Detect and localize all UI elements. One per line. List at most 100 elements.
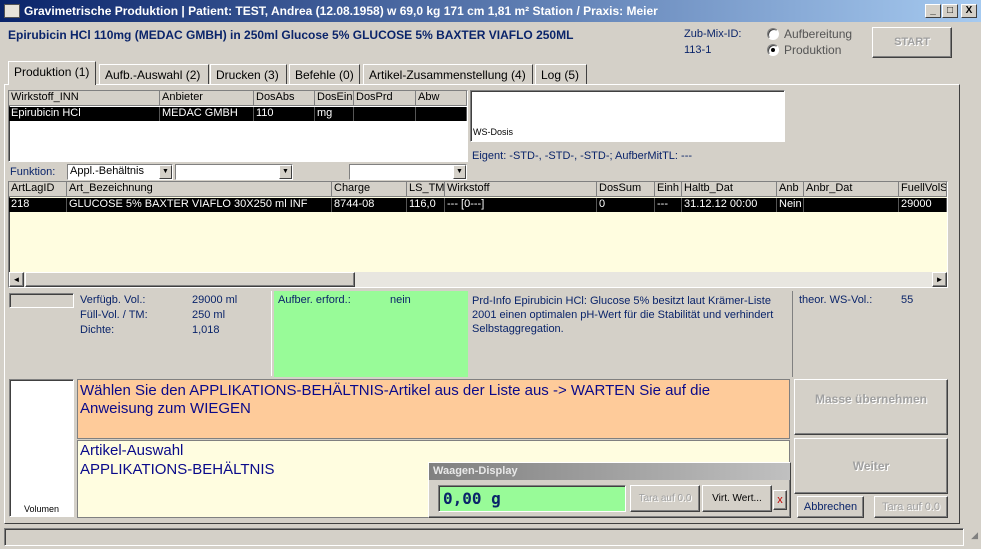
cell-wirkstoff: Epirubicin HCl: [9, 107, 160, 121]
cell-wirkstoff: --- [0---]: [445, 198, 597, 212]
app-icon: [4, 4, 20, 18]
resize-grip-icon[interactable]: ◢: [964, 530, 978, 544]
abbrechen-button[interactable]: Abbrechen: [797, 496, 864, 518]
maximize-button[interactable]: □: [942, 4, 958, 18]
minimize-button[interactable]: _: [925, 4, 941, 18]
col-fuellvol[interactable]: FuellVolS: [899, 182, 947, 196]
chevron-down-icon[interactable]: ▼: [279, 165, 292, 179]
col-charge[interactable]: Charge: [332, 182, 407, 196]
fuell-vol-value: 250 ml: [192, 309, 226, 321]
aufber-panel: Aufber. erford.: nein: [274, 291, 468, 377]
selection-line-1: Artikel-Auswahl: [80, 442, 184, 459]
scroll-right-arrow-icon[interactable]: ►: [932, 272, 947, 287]
cell-einh: ---: [655, 198, 682, 212]
col-wirkstoff[interactable]: Wirkstoff: [445, 182, 597, 196]
wirkstoff-row[interactable]: Epirubicin HCl MEDAC GMBH 110 mg: [9, 107, 467, 121]
cell-ls-tm: 116,0: [407, 198, 445, 212]
status-indicator: [9, 293, 74, 308]
cell-abw: [416, 107, 467, 121]
col-abw[interactable]: Abw: [416, 91, 467, 105]
col-anbieter[interactable]: Anbieter: [160, 91, 254, 105]
aufber-value: nein: [390, 294, 411, 306]
col-dosprd[interactable]: DosPrd: [354, 91, 416, 105]
dichte-label: Dichte:: [80, 324, 115, 336]
ws-dosis-label: WS-Dosis: [473, 127, 513, 137]
scroll-left-arrow-icon[interactable]: ◄: [9, 272, 24, 287]
radio-produktion[interactable]: [767, 44, 779, 56]
cell-artlagid: 218: [9, 198, 67, 212]
col-dossum[interactable]: DosSum: [597, 182, 655, 196]
virt-wert-button[interactable]: Virt. Wert...: [702, 485, 772, 512]
waagen-display: Waagen-Display 0,00 g Tara auf 0.0 Virt.…: [428, 462, 791, 518]
article-grid[interactable]: ArtLagID Art_Bezeichnung Charge LS_TM Wi…: [8, 181, 948, 288]
wirkstoff-grid[interactable]: Wirkstoff_INN Anbieter DosAbs DosEin Dos…: [8, 90, 468, 162]
window-title: Gravimetrische Produktion | Patient: TES…: [24, 4, 658, 18]
tab-aufb-auswahl[interactable]: Aufb.-Auswahl (2): [99, 64, 209, 84]
col-anb[interactable]: Anb: [777, 182, 804, 196]
volume-info-panel: Verfügb. Vol.: 29000 ml Füll-Vol. / TM: …: [76, 291, 272, 376]
verfueg-vol-value: 29000 ml: [192, 294, 238, 306]
cell-anb: Nein: [777, 198, 804, 212]
radio-aufbereitung-label: Aufbereitung: [784, 27, 853, 41]
tab-produktion[interactable]: Produktion (1): [8, 61, 96, 85]
radio-produktion-label: Produktion: [784, 43, 842, 57]
cell-dosprd: [354, 107, 416, 121]
status-bar: [4, 528, 964, 546]
col-artlagid[interactable]: ArtLagID: [9, 182, 67, 196]
tab-befehle[interactable]: Befehle (0): [289, 64, 360, 84]
funktion-label: Funktion:: [10, 166, 56, 178]
funktion-select-3[interactable]: ▼: [349, 164, 467, 180]
title-bar: Gravimetrische Produktion | Patient: TES…: [0, 0, 981, 22]
dichte-value: 1,018: [192, 324, 220, 336]
col-anbr-dat[interactable]: Anbr_Dat: [804, 182, 899, 196]
tara-button[interactable]: Tara auf 0.0: [874, 496, 948, 518]
verfueg-vol-label: Verfügb. Vol.:: [80, 294, 146, 306]
funktion-select-2[interactable]: ▼: [175, 164, 293, 180]
close-button[interactable]: X: [961, 4, 977, 18]
radio-aufbereitung[interactable]: [767, 28, 779, 40]
cell-fuellvol: 29000: [899, 198, 947, 212]
cell-anbr-dat: [804, 198, 899, 212]
col-wirkstoff-inn[interactable]: Wirkstoff_INN: [9, 91, 160, 105]
fuell-vol-label: Füll-Vol. / TM:: [80, 309, 148, 321]
theor-ws-vol-label: theor. WS-Vol.:: [799, 294, 873, 306]
cell-anbieter: MEDAC GMBH: [160, 107, 254, 121]
instruction-panel: Wählen Sie den APPLIKATIONS-BEHÄLTNIS-Ar…: [77, 379, 790, 439]
prd-info-text: Prd-Info Epirubicin HCl: Glucose 5% besi…: [472, 295, 774, 335]
aufber-label: Aufber. erford.:: [278, 294, 351, 306]
cell-dosein: mg: [315, 107, 354, 121]
article-row[interactable]: 218 GLUCOSE 5% BAXTER VIAFLO 30X250 ml I…: [9, 198, 947, 212]
theor-ws-panel: theor. WS-Vol.: 55: [792, 291, 948, 377]
cell-dosabs: 110: [254, 107, 315, 121]
chevron-down-icon[interactable]: ▼: [159, 165, 172, 179]
product-title: Epirubicin HCl 110mg (MEDAC GMBH) in 250…: [8, 28, 574, 42]
waagen-display-title: Waagen-Display: [429, 463, 790, 480]
waagen-close-icon[interactable]: x: [773, 490, 787, 510]
scrollbar-thumb[interactable]: [25, 272, 355, 287]
col-haltb-dat[interactable]: Haltb_Dat: [682, 182, 777, 196]
horizontal-scrollbar[interactable]: ◄ ►: [9, 272, 947, 287]
volumen-label: Volumen: [23, 504, 60, 514]
tab-log[interactable]: Log (5): [535, 64, 587, 84]
col-art-bezeichnung[interactable]: Art_Bezeichnung: [67, 182, 332, 196]
col-einh[interactable]: Einh: [655, 182, 682, 196]
cell-art-bezeichnung: GLUCOSE 5% BAXTER VIAFLO 30X250 ml INF: [67, 198, 332, 212]
col-dosein[interactable]: DosEin: [315, 91, 354, 105]
zub-mix-label: Zub-Mix-ID:: [684, 28, 742, 40]
wirkstoff-grid-header: Wirkstoff_INN Anbieter DosAbs DosEin Dos…: [9, 91, 467, 106]
start-button[interactable]: START: [872, 27, 952, 58]
chevron-down-icon[interactable]: ▼: [453, 165, 466, 179]
masse-uebernehmen-button[interactable]: Masse übernehmen: [794, 379, 948, 435]
tab-artikel-zusammenstellung[interactable]: Artikel-Zusammenstellung (4): [363, 64, 533, 84]
col-ls-tm[interactable]: LS_TM: [407, 182, 445, 196]
funktion-select[interactable]: Appl.-Behältnis ▼: [67, 164, 173, 180]
selection-line-2: APPLIKATIONS-BEHÄLTNIS: [80, 461, 275, 478]
cell-dossum: 0: [597, 198, 655, 212]
tab-drucken[interactable]: Drucken (3): [210, 64, 287, 84]
ws-dosis-box: WS-Dosis: [470, 90, 785, 142]
waagen-tara-button[interactable]: Tara auf 0.0: [630, 485, 700, 512]
col-dosabs[interactable]: DosAbs: [254, 91, 315, 105]
weiter-button[interactable]: Weiter: [794, 438, 948, 494]
theor-ws-vol-value: 55: [901, 294, 914, 306]
instruction-text: Wählen Sie den APPLIKATIONS-BEHÄLTNIS-Ar…: [80, 382, 711, 417]
